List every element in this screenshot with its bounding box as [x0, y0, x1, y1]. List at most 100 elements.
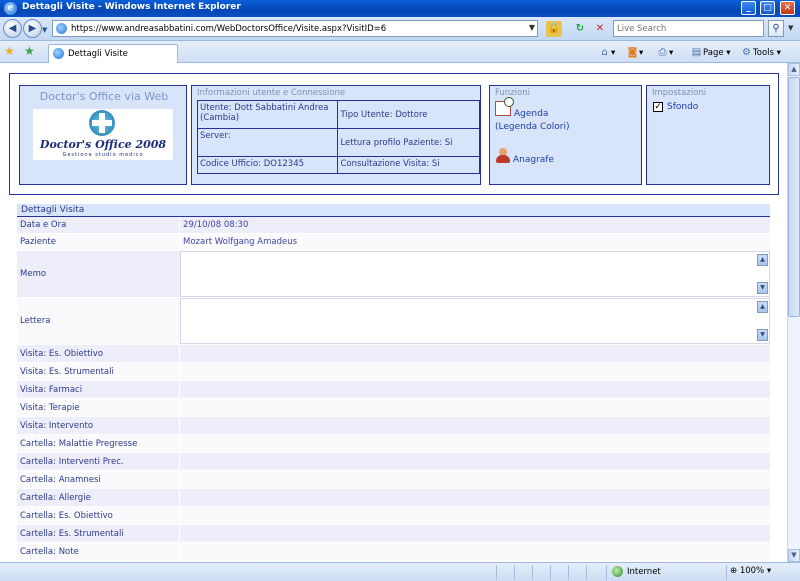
sfondo-label[interactable]: Sfondo [667, 102, 698, 112]
detail-row: Paziente Mozart Wolfgang Amadeus [17, 234, 770, 251]
app-logo: Doctor's Office 2008 Gestione studio med… [33, 109, 173, 160]
detail-value: Mozart Wolfgang Amadeus [183, 237, 298, 247]
utente-cell[interactable]: Utente: Dott Sabbatini Andrea (Cambia) [196, 100, 339, 129]
ie-logo-icon: e [4, 2, 17, 15]
visit-details-title: Dettagli Visita [17, 204, 770, 217]
detail-value [180, 363, 770, 380]
lettera-textarea[interactable]: ▲ ▼ [180, 298, 770, 344]
brand-title: Doctor's Office via Web [39, 90, 169, 103]
search-dropdown-icon[interactable]: ▼ [788, 24, 793, 32]
refresh-icon[interactable]: ↻ [572, 21, 588, 37]
detail-row: Visita: Farmaci [17, 381, 770, 399]
status-segment [532, 565, 550, 580]
add-favorites-icon[interactable]: ★ [24, 44, 35, 58]
agenda-link[interactable]: Agenda [514, 109, 548, 119]
tools-menu-label: Tools [753, 48, 774, 58]
settings-box: Impostazioni ✓ Sfondo [646, 85, 770, 185]
feeds-icon[interactable]: ◙ ▾ [626, 45, 644, 60]
memo-textarea[interactable]: ▲ ▼ [180, 251, 770, 297]
detail-label: Data e Ora [20, 220, 67, 230]
zoom-icon: ⊕ [730, 566, 738, 576]
detail-label: Visita: Farmaci [20, 384, 83, 395]
page-menu[interactable]: ▤ Page ▾ [690, 45, 731, 60]
status-bar: Internet ⊕ 100% ▾ [0, 562, 800, 581]
detail-value [180, 381, 770, 398]
server-cell: Server: [196, 128, 339, 157]
back-arrow-icon[interactable]: ◀ [3, 19, 22, 38]
detail-row: Visita: Intervento [17, 417, 770, 435]
detail-value [180, 399, 770, 416]
person-body-shape [496, 155, 510, 163]
detail-row: Data e Ora 29/10/08 08:30 [17, 217, 770, 234]
favorites-star-icon[interactable]: ★ [4, 44, 15, 58]
tab-dettagli-visite[interactable]: Dettagli Visite [48, 44, 178, 63]
header-panel: Doctor's Office via Web Doctor's Office … [9, 73, 779, 195]
detail-value [180, 417, 770, 434]
search-box[interactable] [613, 20, 764, 37]
detail-row: Cartella: Malattie Pregresse [17, 435, 770, 453]
address-dropdown-icon[interactable]: ▼ [529, 23, 535, 32]
security-zone[interactable]: Internet [612, 566, 661, 577]
page-viewport: Doctor's Office via Web Doctor's Office … [0, 63, 787, 562]
anagrafe-link[interactable]: Anagrafe [513, 155, 554, 165]
status-segment [586, 565, 604, 580]
maximize-button[interactable]: □ [760, 1, 775, 15]
zoom-level: 100% [739, 566, 765, 576]
page-scrollbar[interactable]: ▲ ▼ [787, 63, 800, 562]
scroll-thumb[interactable] [788, 77, 800, 317]
calendar-clock-icon[interactable] [495, 97, 514, 116]
legenda-colori-link[interactable]: (Legenda Colori) [495, 122, 569, 132]
detail-row: Cartella: Es. Strumentali [17, 525, 770, 543]
logo-subtitle: Gestione studio medico [62, 152, 144, 158]
lock-icon[interactable]: 🔒 [546, 21, 562, 37]
detail-label: Cartella: Es. Strumentali [20, 528, 124, 539]
page-menu-label: Page [703, 48, 724, 58]
tipo-utente-cell: Tipo Utente: Dottore [337, 100, 480, 129]
detail-label: Cartella: Allergie [20, 492, 91, 503]
stop-icon[interactable]: ✕ [592, 21, 608, 37]
detail-label: Visita: Es. Strumentali [20, 366, 114, 377]
search-input[interactable] [614, 21, 754, 36]
scroll-down-icon[interactable]: ▼ [788, 549, 800, 562]
tab-label: Dettagli Visite [68, 49, 128, 59]
tools-menu[interactable]: ⚙ Tools ▾ [740, 45, 781, 60]
home-icon[interactable]: ⌂ ▾ [598, 45, 615, 60]
person-search-icon[interactable] [495, 148, 511, 164]
scroll-up-icon[interactable]: ▲ [757, 254, 768, 266]
scroll-up-icon[interactable]: ▲ [788, 63, 800, 76]
detail-value [180, 435, 770, 452]
detail-row: Cartella: Allergie [17, 489, 770, 507]
detail-label: Memo [20, 269, 47, 279]
sfondo-checkbox[interactable]: ✓ [653, 102, 663, 112]
close-window-button[interactable]: ✕ [780, 1, 795, 15]
detail-label: Visita: Es. Obiettivo [20, 348, 104, 359]
address-bar[interactable]: https://www.andreasabbatini.com/WebDocto… [52, 20, 538, 37]
printer-icon[interactable]: ⎙ ▾ [656, 45, 674, 60]
zoom-control[interactable]: ⊕ 100% ▾ [730, 566, 771, 576]
window-title: Dettagli Visite - Windows Internet Explo… [22, 2, 241, 12]
detail-label: Paziente [20, 237, 56, 247]
scroll-down-icon[interactable]: ▼ [757, 329, 768, 341]
scroll-up-icon[interactable]: ▲ [757, 301, 768, 313]
consultazione-cell: Consultazione Visita: Si [337, 156, 480, 174]
address-url[interactable]: https://www.andreasabbatini.com/WebDocto… [71, 24, 386, 34]
scroll-down-icon[interactable]: ▼ [757, 282, 768, 294]
status-segment [568, 565, 586, 580]
detail-value [180, 453, 770, 470]
forward-arrow-icon[interactable]: ▶ [23, 19, 42, 38]
detail-label: Visita: Terapie [20, 402, 80, 413]
page-icon [56, 23, 67, 34]
detail-row: Visita: Es. Strumentali [17, 363, 770, 381]
detail-label: Cartella: Anamnesi [20, 474, 101, 485]
minimize-button[interactable]: _ [741, 1, 756, 15]
tab-toolbar: ★ ★ Dettagli Visite ⌂ ▾ ◙ ▾ ⎙ ▾ ▤ Page ▾ ⚙ To… [0, 41, 800, 63]
detail-row: Visita: Terapie [17, 399, 770, 417]
magnifier-icon[interactable]: ⚲ [768, 20, 784, 37]
window-title-bar: e Dettagli Visite - Windows Internet Exp… [0, 0, 800, 17]
detail-label: Cartella: Es. Obiettivo [20, 510, 113, 521]
history-dropdown-icon[interactable]: ▼ [42, 26, 47, 34]
status-segment [496, 565, 514, 580]
detail-label: Cartella: Malattie Pregresse [20, 438, 138, 449]
detail-label: Lettera [20, 316, 51, 326]
detail-row: Visita: Es. Obiettivo [17, 345, 770, 363]
